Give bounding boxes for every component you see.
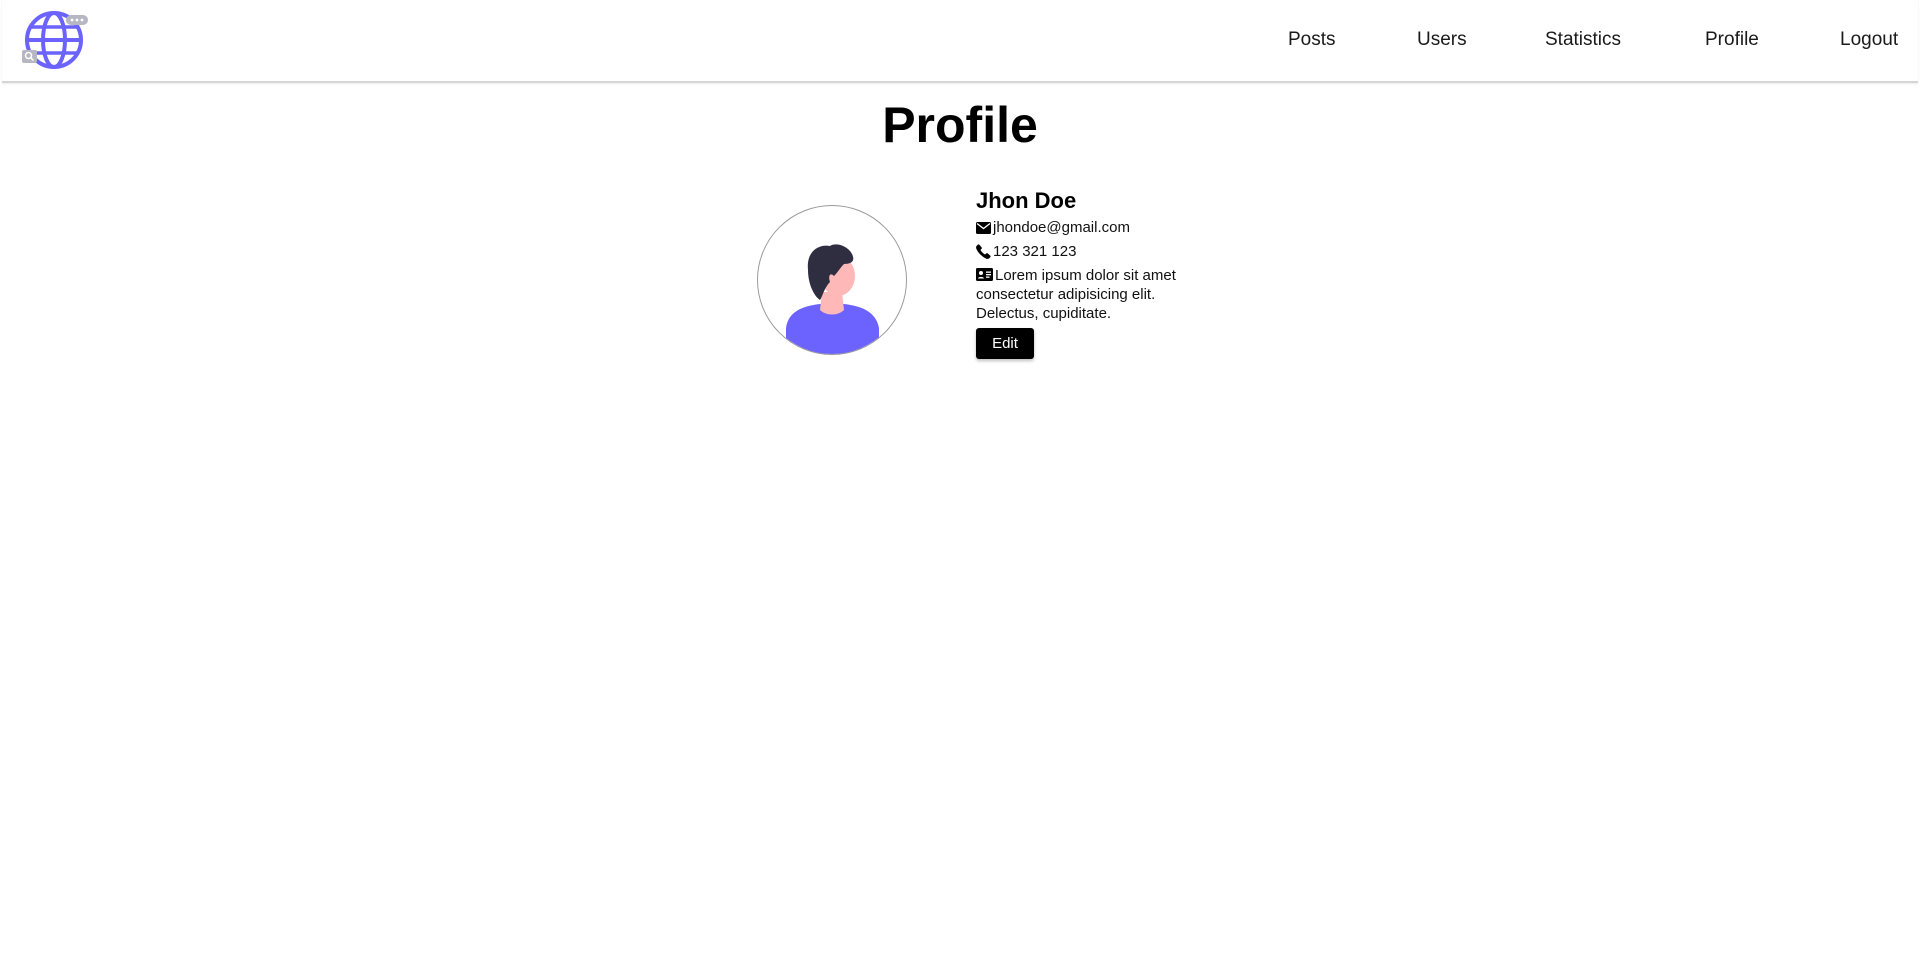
avatar bbox=[757, 205, 907, 355]
user-name: Jhon Doe bbox=[976, 188, 1077, 213]
person-avatar-icon bbox=[786, 244, 879, 354]
top-navbar: Posts Users Statistics Profile Logout bbox=[2, 0, 1918, 83]
envelope-icon bbox=[976, 218, 993, 237]
edit-button[interactable]: Edit bbox=[976, 328, 1034, 359]
user-bio: Lorem ipsum dolor sit amet consectetur a… bbox=[976, 267, 1176, 322]
email-row: jhondoe@gmail.com bbox=[976, 218, 1176, 237]
phone-row: 123 321 123 bbox=[976, 242, 1176, 261]
nav-link-posts[interactable]: Posts bbox=[1288, 28, 1336, 52]
page-title: Profile bbox=[882, 97, 1038, 153]
nav-link-logout[interactable]: Logout bbox=[1840, 28, 1898, 52]
phone-icon bbox=[976, 242, 993, 261]
id-card-icon bbox=[976, 268, 993, 281]
nav-link-profile[interactable]: Profile bbox=[1705, 28, 1759, 52]
profile-info: Jhon Doe jhondoe@gmail.com 123 321 123 L… bbox=[976, 187, 1176, 359]
user-email: jhondoe@gmail.com bbox=[993, 219, 1130, 236]
nav-link-statistics[interactable]: Statistics bbox=[1545, 28, 1621, 52]
user-phone: 123 321 123 bbox=[993, 243, 1077, 260]
main-nav: Posts Users Statistics Profile Logout bbox=[2, 0, 1918, 81]
nav-link-users[interactable]: Users bbox=[1417, 28, 1467, 52]
bio-row: Lorem ipsum dolor sit amet consectetur a… bbox=[976, 266, 1176, 323]
